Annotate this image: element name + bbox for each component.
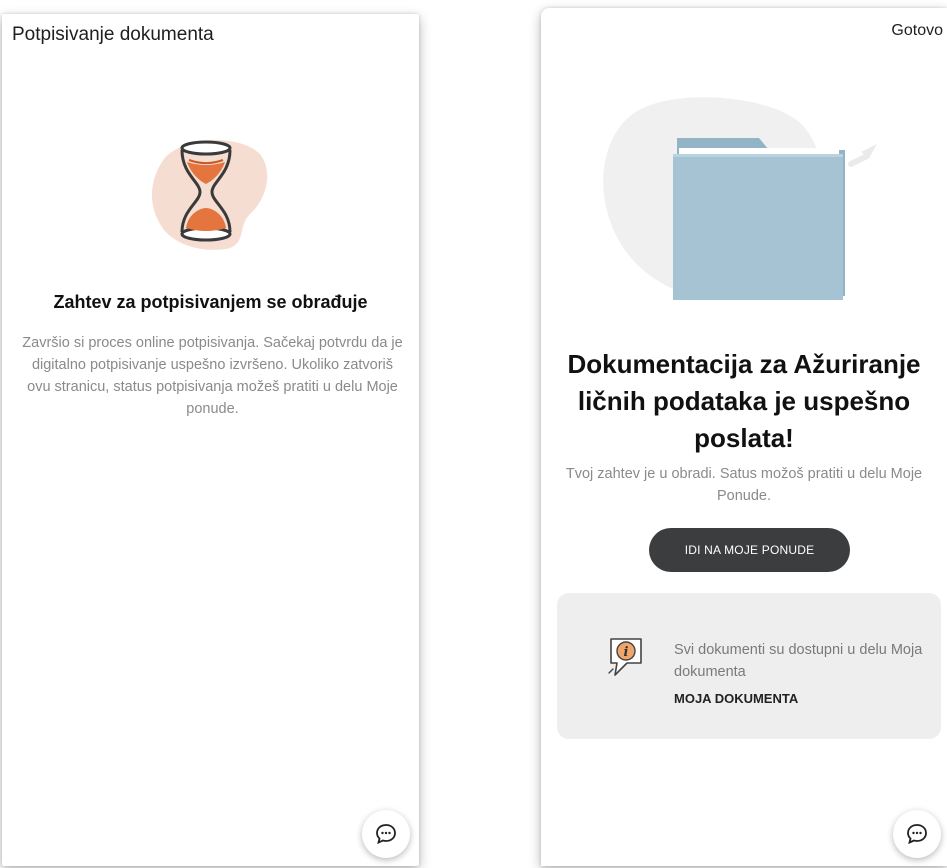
go-to-offers-button[interactable]: IDI NA MOJE PONUDE bbox=[649, 528, 850, 572]
done-button[interactable]: Gotovo bbox=[891, 22, 943, 40]
success-description: Tvoj zahtev je u obradi. Satus možoš pra… bbox=[565, 466, 923, 504]
info-card-text: Svi dokumenti su dostupni u delu Moja do… bbox=[674, 642, 923, 680]
confirmation-screen: Gotovo Dokumentacija za Ažuriranje lični… bbox=[541, 8, 947, 866]
folder-icon bbox=[603, 97, 877, 300]
my-documents-link[interactable]: MOJA DOKUMENTA bbox=[674, 691, 798, 706]
svg-text:i: i bbox=[624, 645, 629, 660]
info-bubble-icon: i bbox=[608, 638, 642, 676]
hourglass-icon bbox=[151, 140, 268, 250]
chat-bubble-icon bbox=[907, 824, 927, 845]
chat-bubble-icon bbox=[376, 824, 396, 845]
chat-button[interactable] bbox=[362, 810, 410, 858]
status-description: Završio si proces online potpisivanja. S… bbox=[22, 335, 403, 417]
success-heading: Dokumentacija za Ažuriranje ličnih podat… bbox=[567, 349, 921, 453]
documents-info-card: i Svi dokumenti su dostupni u delu Moja … bbox=[557, 593, 941, 739]
status-heading: Zahtev za potpisivanjem se obrađuje bbox=[53, 292, 368, 312]
chat-button[interactable] bbox=[893, 810, 941, 858]
signing-screen: Potpisivanje dokumenta Zahtev za potpisi… bbox=[2, 14, 419, 866]
page-title: Potpisivanje dokumenta bbox=[12, 24, 214, 45]
